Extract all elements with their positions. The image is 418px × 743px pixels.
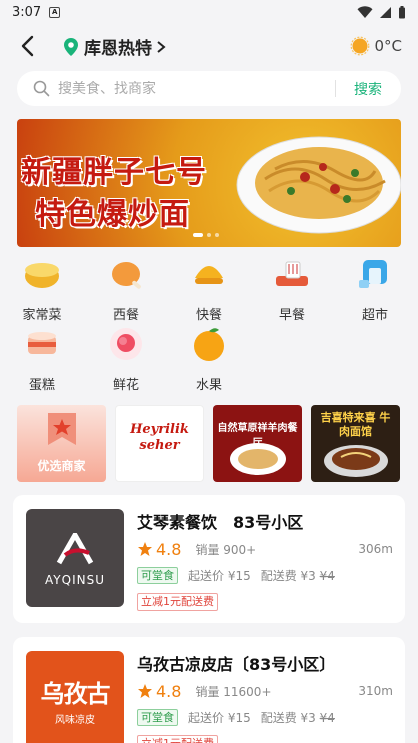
banner-dot — [215, 233, 219, 237]
app-notification-icon: A — [49, 6, 61, 18]
location-selector[interactable]: 库恩热特 — [62, 34, 166, 59]
cake-icon — [28, 332, 56, 354]
category-label: 西餐 — [112, 308, 139, 323]
store-rating-row: 4.8 销量 11600+ 310m — [137, 681, 393, 701]
discount-tag: 立减1元配送费 — [137, 593, 218, 611]
store-distance: 310m — [358, 684, 393, 698]
header: 库恩热特 0°C — [0, 28, 418, 66]
category-label: 蛋糕 — [28, 378, 55, 393]
noodle-bowl-image — [324, 445, 388, 477]
store-rating: 4.8 — [156, 539, 182, 559]
category-label: 早餐 — [278, 308, 305, 323]
star-icon — [138, 542, 152, 556]
search-icon — [33, 80, 50, 97]
wifi-icon — [357, 5, 373, 18]
breakfast-icon — [276, 261, 308, 286]
status-icons — [357, 5, 406, 19]
category-label: 家常菜 — [22, 308, 62, 323]
category-home-cooking[interactable]: 家常菜 — [12, 254, 72, 323]
original-fee: ¥4 — [319, 711, 335, 725]
status-time: 3:07 — [12, 4, 42, 20]
store-name: 艾琴素餐饮 83号小区 — [137, 513, 304, 532]
store-logo: AYQINSU — [26, 509, 124, 607]
promo-heyrilik[interactable]: Heyrilik seher — [115, 405, 204, 482]
western-food-icon — [112, 262, 141, 289]
delivery-fee-label: 配送费 ¥3 — [260, 711, 316, 725]
dine-in-tag: 可堂食 — [137, 567, 178, 584]
category-breakfast[interactable]: 早餐 — [262, 254, 322, 323]
signal-icon — [380, 6, 391, 18]
category-flowers[interactable]: 鲜花 — [96, 324, 156, 393]
search-divider — [335, 80, 336, 97]
fruit-icon — [194, 328, 224, 361]
discount-tag: 立减1元配送费 — [137, 735, 218, 743]
original-fee: ¥4 — [319, 569, 335, 583]
category-label: 鲜花 — [112, 378, 139, 393]
star-icon — [138, 684, 152, 698]
search-button-label: 搜索 — [354, 81, 382, 98]
category-cake[interactable]: 蛋糕 — [12, 324, 72, 393]
category-fast-food[interactable]: 快餐 — [179, 254, 239, 323]
temperature-label: 0°C — [374, 37, 402, 55]
status-bar: 3:07 A — [0, 0, 418, 24]
store-sales: 销量 900+ — [195, 542, 257, 557]
home-cooking-icon — [25, 263, 59, 288]
search-bar: 搜索 — [17, 71, 401, 106]
banner-dot — [207, 233, 211, 237]
store-logo-text: AYQINSU — [45, 573, 105, 587]
banner-title-line1: 新疆胖子七号 — [21, 155, 207, 190]
star-badge-icon — [48, 413, 76, 445]
search-input[interactable] — [58, 80, 318, 97]
promo-heyrilik-label: Heyrilik seher — [130, 422, 189, 453]
dumpling-dish-image — [230, 443, 286, 475]
weather-widget[interactable]: 0°C — [350, 36, 402, 56]
store-sales: 销量 11600+ — [195, 684, 272, 699]
flower-icon — [110, 328, 142, 360]
store-name: 乌孜古凉皮店〔83号小区〕 — [137, 655, 336, 674]
back-arrow-icon[interactable] — [16, 34, 40, 58]
store-logo: 乌孜古 风味凉皮 — [26, 651, 124, 743]
store-distance: 306m — [358, 542, 393, 556]
search-button[interactable]: 搜索 — [335, 71, 401, 106]
banner-dot-active — [193, 233, 203, 237]
category-label: 水果 — [195, 378, 222, 393]
category-label: 超市 — [361, 308, 388, 323]
store-rating-row: 4.8 销量 900+ 306m — [137, 539, 393, 559]
promo-featured-label: 优选商家 — [37, 459, 86, 473]
location-label: 库恩热特 — [84, 39, 152, 59]
noodle-dish-image — [236, 136, 401, 234]
delivery-fee-label: 配送费 ¥3 — [260, 569, 316, 583]
dine-in-tag: 可堂食 — [137, 709, 178, 726]
category-western-food[interactable]: 西餐 — [96, 254, 156, 323]
banner-title-line2: 特色爆炒面 — [35, 197, 190, 232]
store-logo-subtext: 风味凉皮 — [55, 715, 95, 726]
min-order: 起送价 ¥15 — [188, 711, 251, 725]
fast-food-icon — [195, 266, 223, 284]
battery-icon — [399, 5, 405, 18]
min-order: 起送价 ¥15 — [188, 569, 251, 583]
delivery-fee: 配送费 ¥3 ¥4 — [261, 567, 335, 584]
category-fruit[interactable]: 水果 — [179, 324, 239, 393]
store-info-row: 可堂食 起送价 ¥15 配送费 ¥3 ¥4 — [137, 567, 335, 584]
ayqinsu-logo-icon — [56, 533, 94, 565]
store-logo-text: 乌孜古 — [40, 680, 111, 708]
banner-pagination — [193, 233, 219, 237]
location-pin-icon — [64, 37, 78, 56]
category-supermarket[interactable]: 超市 — [345, 254, 405, 323]
delivery-fee: 配送费 ¥3 ¥4 — [261, 709, 335, 726]
promo-banner[interactable]: 新疆胖子七号 特色爆炒面 — [17, 119, 401, 247]
sun-icon — [351, 36, 370, 56]
promo-mutton-restaurant[interactable]: 自然草原祥羊肉餐厅 — [213, 405, 302, 482]
promo-beef-noodle-label: 吉喜特来喜 牛肉面馆 — [320, 411, 391, 438]
chevron-right-icon — [157, 40, 166, 53]
promo-beef-noodle[interactable]: 吉喜特来喜 牛肉面馆 — [311, 405, 400, 482]
promo-featured-merchants[interactable]: 优选商家 — [17, 405, 106, 482]
supermarket-icon — [359, 260, 387, 288]
store-info-row: 可堂食 起送价 ¥15 配送费 ¥3 ¥4 — [137, 709, 335, 726]
category-label: 快餐 — [195, 308, 222, 323]
store-card[interactable]: AYQINSU 艾琴素餐饮 83号小区 4.8 销量 900+ 306m 可堂食… — [13, 495, 405, 623]
store-card[interactable]: 乌孜古 风味凉皮 乌孜古凉皮店〔83号小区〕 4.8 销量 11600+ 310… — [13, 637, 405, 743]
store-rating: 4.8 — [156, 681, 182, 701]
